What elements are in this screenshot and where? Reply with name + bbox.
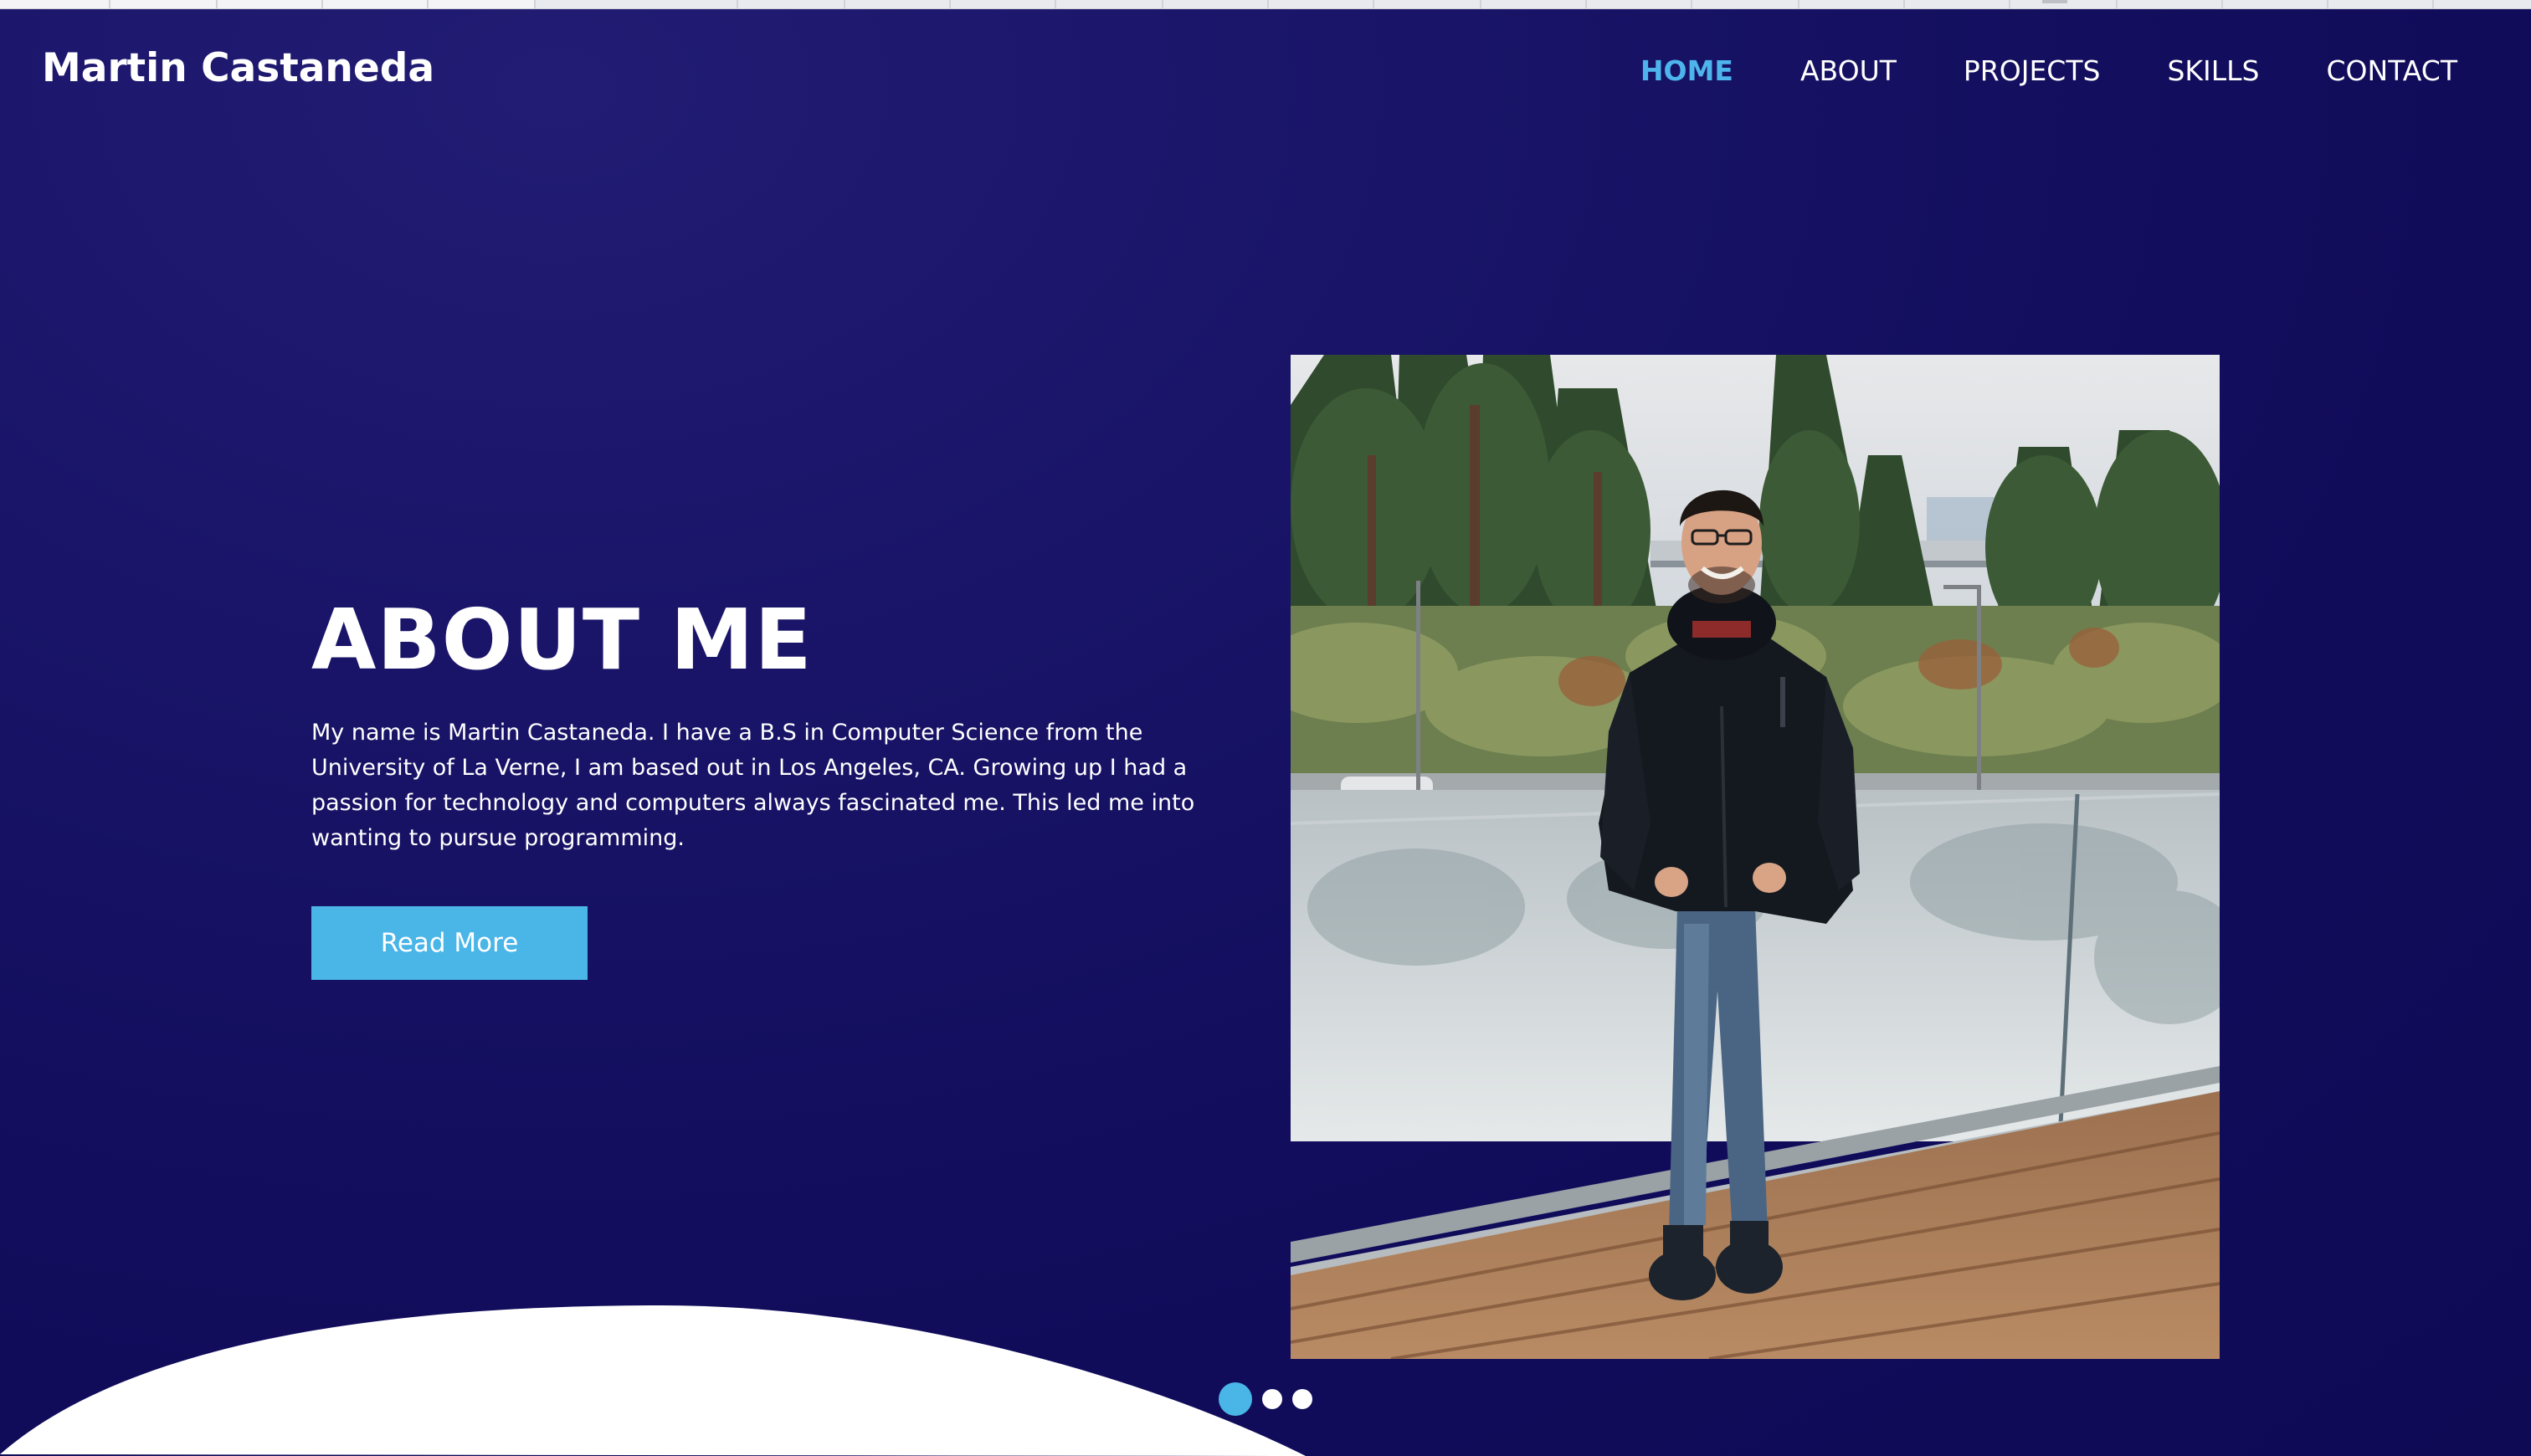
carousel-dot-3[interactable] [1292,1389,1312,1409]
hero-title: ABOUT ME [311,591,813,689]
nav-link-about[interactable]: ABOUT [1800,54,1897,87]
carousel-dot-1[interactable] [1219,1382,1252,1416]
nav-menu: HOME ABOUT PROJECTS SKILLS CONTACT [1574,54,2457,87]
nav-link-contact[interactable]: CONTACT [2327,54,2458,87]
carousel-dot-2[interactable] [1262,1389,1282,1409]
brand-name[interactable]: Martin Castaneda [42,45,434,91]
nav-link-home[interactable]: HOME [1640,54,1733,87]
decorative-wave [0,1305,1306,1456]
nav-link-skills[interactable]: SKILLS [2167,54,2259,87]
portrait-photo [1291,355,2220,1359]
read-more-button[interactable]: Read More [311,906,588,980]
navbar: Martin Castaneda HOME ABOUT PROJECTS SKI… [0,8,2531,134]
portfolio-page: Martin Castaneda HOME ABOUT PROJECTS SKI… [0,0,2531,1456]
hero-description: My name is Martin Castaneda. I have a B.… [311,720,1195,851]
hero-section: ABOUT ME My name is Martin Castaneda. I … [311,590,1249,980]
carousel-indicators [1219,1382,1322,1416]
nav-link-projects[interactable]: PROJECTS [1964,54,2101,87]
